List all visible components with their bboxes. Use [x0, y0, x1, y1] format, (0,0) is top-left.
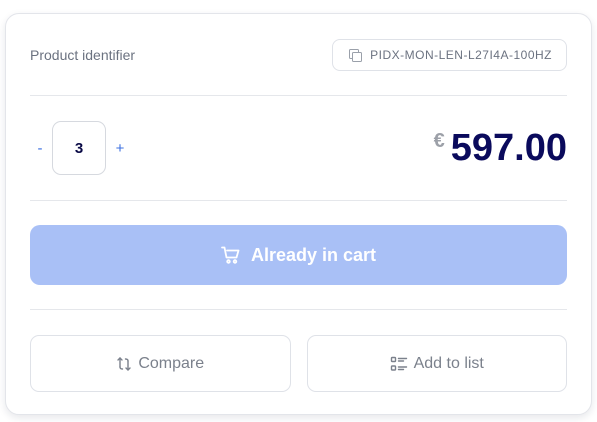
copy-icon [349, 49, 363, 62]
add-to-list-label: Add to list [413, 354, 484, 372]
already-in-cart-label: Already in cart [250, 244, 377, 265]
compare-icon [116, 356, 132, 372]
divider [30, 200, 567, 201]
compare-button[interactable]: Compare [30, 335, 291, 392]
product-purchase-card: Product identifier PIDX-MON-LEN-L27I4A-1… [5, 13, 592, 415]
product-identifier-label: Product identifier [30, 47, 136, 63]
product-identifier-value: PIDX-MON-LEN-L27I4A-100HZ [370, 48, 552, 62]
price-amount: 597.00 [450, 127, 567, 169]
divider [30, 309, 567, 310]
list-icon [390, 356, 408, 372]
quantity-input[interactable]: 3 [52, 121, 106, 175]
decrement-button[interactable]: - [30, 140, 50, 157]
secondary-actions: Compare Add to list [30, 335, 567, 392]
divider [30, 95, 567, 96]
cart-icon [221, 246, 241, 264]
product-identifier-row: Product identifier PIDX-MON-LEN-L27I4A-1… [30, 38, 567, 72]
currency-symbol: € [433, 130, 445, 152]
compare-label: Compare [138, 354, 205, 372]
quantity-stepper: - 3 + [30, 120, 130, 176]
product-identifier-copy-chip[interactable]: PIDX-MON-LEN-L27I4A-100HZ [332, 39, 567, 71]
already-in-cart-button[interactable]: Already in cart [30, 225, 567, 285]
price-display: € 597.00 [434, 122, 567, 174]
increment-button[interactable]: + [110, 140, 130, 157]
add-to-list-button[interactable]: Add to list [306, 335, 567, 392]
